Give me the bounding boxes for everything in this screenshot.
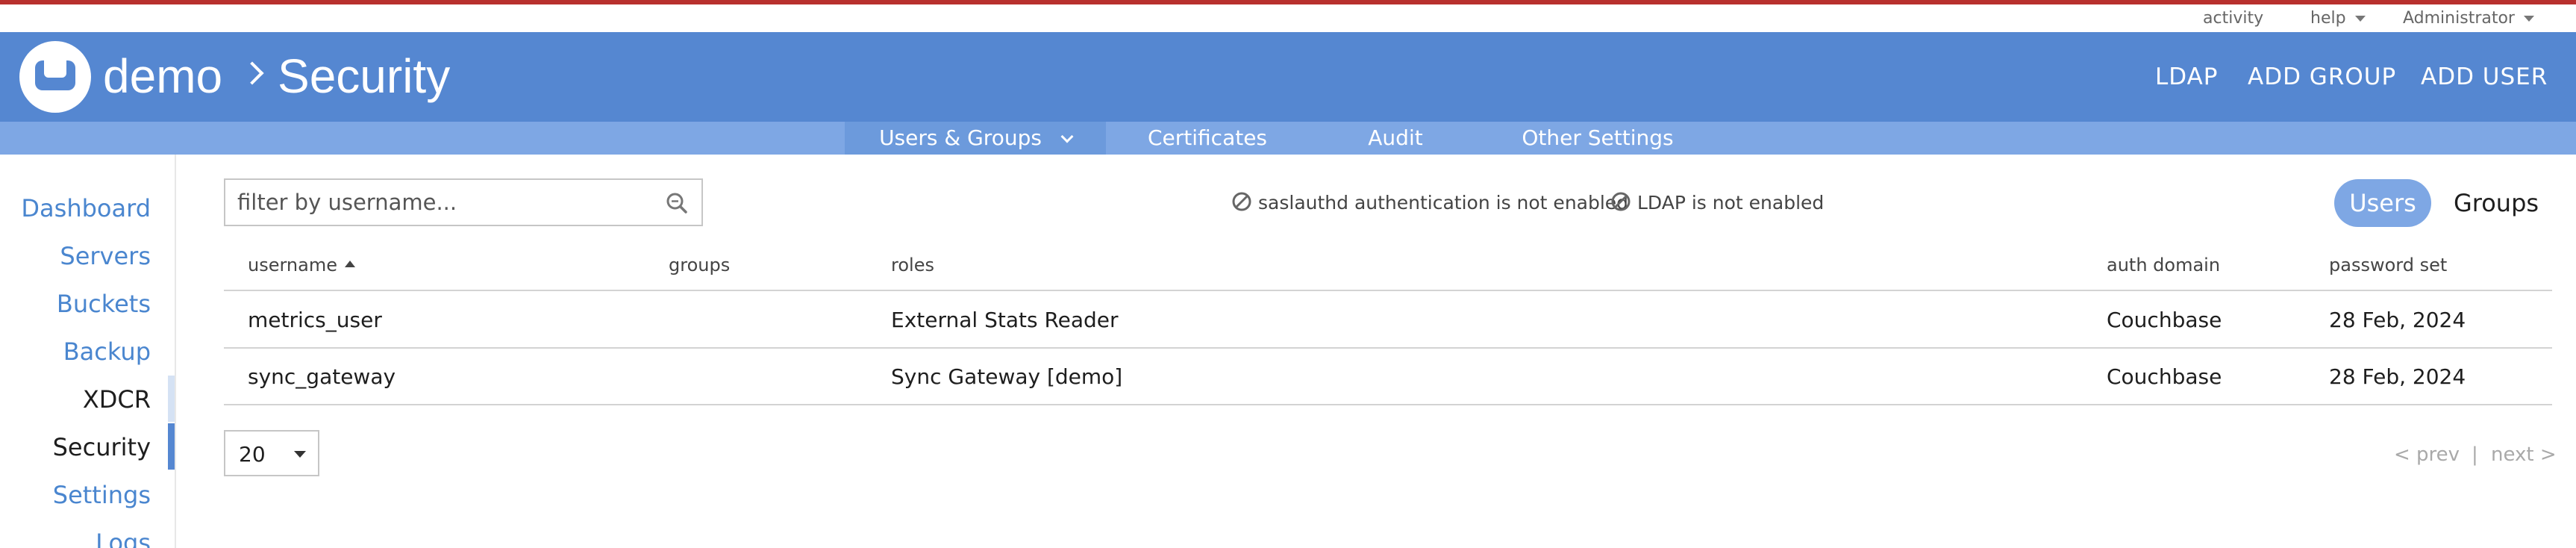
help-menu[interactable]: help <box>2310 4 2366 32</box>
breadcrumb-chevron-icon <box>240 61 264 85</box>
users-toggle-button[interactable]: Users <box>2334 179 2431 227</box>
prev-page-link[interactable]: < prev <box>2394 440 2460 470</box>
main-sidebar: Dashboard Servers Buckets Backup XDCR Se… <box>0 155 176 548</box>
user-label: Administrator <box>2403 9 2515 28</box>
sidebar-item-settings[interactable]: Settings <box>53 481 151 509</box>
user-menu[interactable]: Administrator <box>2403 4 2534 32</box>
ban-icon <box>1611 192 1631 211</box>
cell-username: metrics_user <box>248 308 382 332</box>
sidebar-hover-marker <box>168 376 175 422</box>
cell-auth-domain: Couchbase <box>2107 364 2222 389</box>
activity-link[interactable]: activity <box>2203 4 2263 32</box>
username-filter <box>224 178 703 226</box>
column-header-username-label: username <box>248 255 337 275</box>
ldap-notice: LDAP is not enabled <box>1610 188 1824 218</box>
table-divider <box>224 347 2552 349</box>
sidebar-item-logs[interactable]: Logs <box>96 529 151 548</box>
chevron-down-icon <box>294 451 306 458</box>
groups-toggle-button[interactable]: Groups <box>2444 179 2548 227</box>
couchbase-logo-icon <box>35 60 75 90</box>
utility-bar: activity help Administrator <box>0 4 2576 32</box>
column-header-username[interactable]: username <box>248 252 355 278</box>
saslauthd-notice-text: saslauthd authentication is not enabled <box>1258 192 1629 214</box>
sidebar-item-backup[interactable]: Backup <box>63 337 151 366</box>
column-header-groups[interactable]: groups <box>669 252 730 278</box>
page-title: Security <box>278 49 451 103</box>
sidebar-item-buckets[interactable]: Buckets <box>57 290 151 318</box>
tab-other-settings[interactable]: Other Settings <box>1504 122 1691 155</box>
page-size-value: 20 <box>239 442 266 467</box>
cell-username: sync_gateway <box>248 364 396 389</box>
tab-users-groups-label: Users & Groups <box>879 125 1042 150</box>
sidebar-item-security[interactable]: Security <box>53 433 151 461</box>
ldap-button[interactable]: LDAP <box>2155 32 2219 122</box>
chevron-down-icon <box>2523 16 2534 22</box>
sort-ascending-icon <box>345 260 355 267</box>
cell-roles: External Stats Reader <box>891 308 1119 332</box>
security-subnav: Users & Groups Certificates Audit Other … <box>0 122 2576 155</box>
tab-audit[interactable]: Audit <box>1336 122 1455 155</box>
table-divider <box>224 404 2552 405</box>
cell-auth-domain: Couchbase <box>2107 308 2222 332</box>
chevron-down-icon <box>1060 130 1074 143</box>
cell-password-set: 28 Feb, 2024 <box>2329 364 2466 389</box>
add-user-button[interactable]: ADD USER <box>2421 32 2548 122</box>
table-divider <box>224 290 2552 291</box>
column-header-roles[interactable]: roles <box>891 252 934 278</box>
couchbase-logo[interactable] <box>19 41 91 113</box>
sidebar-active-marker <box>168 423 175 470</box>
cell-password-set: 28 Feb, 2024 <box>2329 308 2466 332</box>
sidebar-item-dashboard[interactable]: Dashboard <box>21 194 151 222</box>
column-header-password-set[interactable]: password set <box>2329 252 2447 278</box>
sidebar-item-xdcr[interactable]: XDCR <box>83 385 151 414</box>
pagination-separator: | <box>2472 443 2478 466</box>
cell-roles: Sync Gateway [demo] <box>891 364 1123 389</box>
chevron-down-icon <box>2354 16 2366 22</box>
username-filter-input[interactable] <box>237 180 655 225</box>
ban-icon <box>1232 192 1251 211</box>
next-page-link[interactable]: next > <box>2491 440 2557 470</box>
sidebar-item-servers[interactable]: Servers <box>60 242 151 270</box>
search-icon[interactable] <box>666 192 688 214</box>
tab-users-groups[interactable]: Users & Groups <box>845 122 1106 155</box>
app-header: demo Security LDAP ADD GROUP ADD USER <box>0 32 2576 122</box>
tab-certificates[interactable]: Certificates <box>1119 122 1295 155</box>
saslauthd-notice: saslauthd authentication is not enabled <box>1231 188 1628 218</box>
ldap-notice-text: LDAP is not enabled <box>1637 192 1825 214</box>
help-label: help <box>2310 9 2346 28</box>
breadcrumb-cluster[interactable]: demo <box>103 32 222 122</box>
page-size-select[interactable]: 20 <box>224 430 319 476</box>
add-group-button[interactable]: ADD GROUP <box>2248 32 2396 122</box>
column-header-auth-domain[interactable]: auth domain <box>2107 252 2220 278</box>
